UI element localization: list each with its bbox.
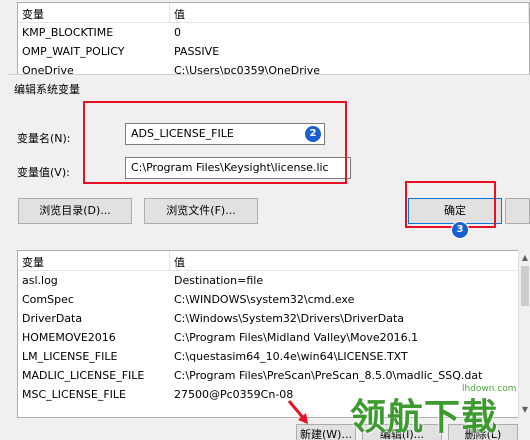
variable-value: Destination=file — [174, 274, 264, 287]
variable-value: C:\Windows\System32\Drivers\DriverData — [174, 312, 405, 325]
variable-value-label: 变量值(V): — [17, 166, 70, 179]
list-header: 变量 值 — [18, 3, 529, 23]
table-row[interactable]: DriverData C:\Windows\System32\Drivers\D… — [18, 309, 529, 328]
step-2-badge: 2 — [305, 126, 321, 142]
variable-name: KMP_BLOCKTIME — [22, 26, 114, 39]
table-row[interactable]: OMP_WAIT_POLICY PASSIVE — [18, 42, 529, 61]
variable-value: 0 — [174, 26, 181, 39]
list-header: 变量 值 — [18, 251, 529, 271]
watermark-logo: 领航下载 — [350, 396, 499, 438]
dialog-title: 编辑系统变量 — [14, 83, 80, 96]
variable-name: OMP_WAIT_POLICY — [22, 45, 125, 58]
cancel-button[interactable] — [505, 198, 530, 224]
scroll-up-icon[interactable]: ▲ — [521, 252, 529, 264]
variable-value: C:\Program Files\Midland Valley\Move2016… — [174, 331, 419, 344]
variable-name: HOMEMOVE2016 — [22, 331, 116, 344]
variable-value: C:\WINDOWS\system32\cmd.exe — [174, 293, 355, 306]
browse-file-button[interactable]: 浏览文件(F)... — [144, 198, 258, 224]
table-row[interactable]: LM_LICENSE_FILE C:\questasim64_10.4e\win… — [18, 347, 529, 366]
variable-value: C:\questasim64_10.4e\win64\LICENSE.TXT — [174, 350, 408, 363]
variable-name: MADLIC_LICENSE_FILE — [22, 369, 145, 382]
table-row[interactable]: HOMEMOVE2016 C:\Program Files\Midland Va… — [18, 328, 529, 347]
variable-name-label: 变量名(N): — [17, 132, 71, 145]
table-row[interactable]: asl.log Destination=file — [18, 271, 529, 290]
scroll-thumb[interactable] — [521, 266, 529, 306]
variable-name: LM_LICENSE_FILE — [22, 350, 118, 363]
new-variable-button[interactable]: 新建(W)... — [296, 424, 356, 440]
list-scrollbar[interactable]: ▲ ▼ — [518, 250, 530, 418]
variable-name: DriverData — [22, 312, 83, 325]
header-value: 值 — [170, 3, 529, 22]
system-variables-list-top[interactable]: 变量 值 KMP_BLOCKTIME 0 OMP_WAIT_POLICY PAS… — [17, 2, 530, 76]
browse-directory-button[interactable]: 浏览目录(D)... — [18, 198, 132, 224]
header-variable: 变量 — [18, 3, 170, 22]
table-row[interactable]: KMP_BLOCKTIME 0 — [18, 23, 529, 42]
table-row[interactable]: MADLIC_LICENSE_FILE C:\Program Files\Pre… — [18, 366, 529, 385]
header-variable: 变量 — [18, 251, 170, 270]
variable-name: ComSpec — [22, 293, 74, 306]
table-row[interactable]: ComSpec C:\WINDOWS\system32\cmd.exe — [18, 290, 529, 309]
variable-value: PASSIVE — [174, 45, 220, 58]
highlight-box-ok — [405, 181, 496, 228]
variable-name: asl.log — [22, 274, 58, 287]
header-value: 值 — [170, 251, 529, 270]
step-3-badge: 3 — [452, 222, 468, 238]
variable-value: C:\Program Files\PreScan\PreScan_8.5.0\m… — [174, 369, 483, 382]
scroll-down-icon[interactable]: ▼ — [521, 404, 529, 416]
highlight-box-fields — [83, 101, 347, 184]
variable-name: MSC_LICENSE_FILE — [22, 388, 126, 401]
red-arrow-icon — [287, 400, 308, 424]
